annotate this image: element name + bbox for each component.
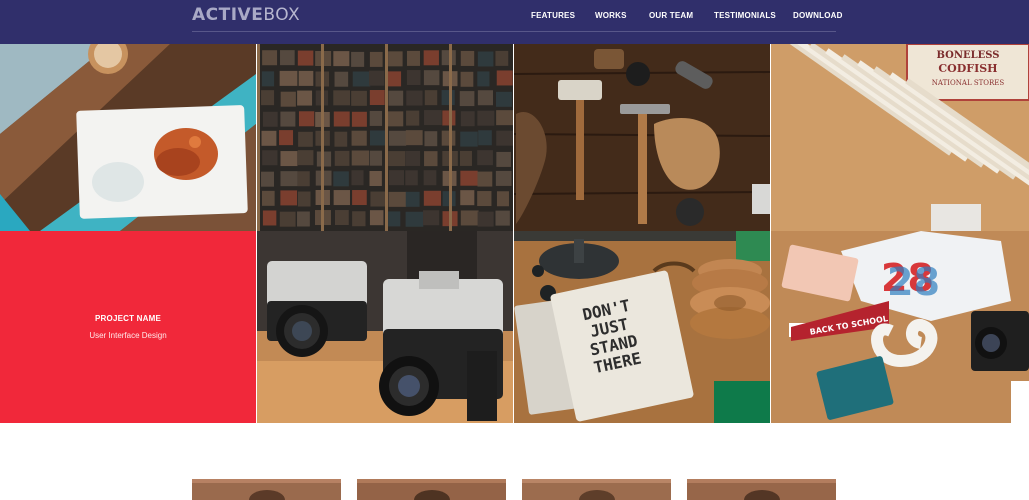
portfolio-item-pencils[interactable]: BONELESS CODFISH NATIONAL STORES [771,44,1029,231]
portfolio-item-tools[interactable] [514,44,770,231]
nav-our-team[interactable]: OUR TEAM [649,11,693,20]
stamp-line-2: CODFISH [938,62,997,75]
portfolio-item-stationery[interactable]: 28 28 BACK TO SCHOOL [771,231,1029,423]
notebooks-photo: DON'T JUST STAND THERE [514,231,770,423]
shirt-number-shadow: 28 [887,260,940,304]
project-name: PROJECT NAME [95,314,161,323]
nav-download[interactable]: DOWNLOAD [793,11,843,20]
stationery-photo: 28 28 BACK TO SCHOOL [771,231,1029,423]
portfolio-item-letterpress[interactable] [257,44,513,231]
nav-divider [192,31,836,32]
tools-photo [514,44,770,231]
team-photo-1[interactable] [192,479,341,500]
portfolio-item-project-overlay[interactable]: PROJECT NAME User Interface Design [0,231,256,423]
nav-features[interactable]: FEATURES [531,11,575,20]
main-nav: FEATURES WORKS OUR TEAM TESTIMONIALS DOW… [0,11,1029,23]
stamp-line-1: BONELESS [937,50,1000,61]
food-photo [0,44,256,231]
nav-testimonials[interactable]: TESTIMONIALS [714,11,776,20]
portfolio-item-cameras[interactable] [257,231,513,423]
project-category: User Interface Design [89,331,167,340]
stamp-line-3: NATIONAL STORES [932,79,1005,87]
portfolio-item-notebooks[interactable]: DON'T JUST STAND THERE [514,231,770,423]
portfolio-grid: BONELESS CODFISH NATIONAL STORES PROJECT… [0,44,1029,423]
site-header: ACTIVEBOX FEATURES WORKS OUR TEAM TESTIM… [0,0,1029,44]
letterpress-photo [257,44,513,231]
nav-works[interactable]: WORKS [595,11,627,20]
portfolio-item-food[interactable] [0,44,256,231]
team-photo-4[interactable] [687,479,836,500]
team-photo-3[interactable] [522,479,671,500]
team-photo-2[interactable] [357,479,506,500]
cameras-photo [257,231,513,423]
pencils-photo: BONELESS CODFISH NATIONAL STORES [771,44,1029,231]
